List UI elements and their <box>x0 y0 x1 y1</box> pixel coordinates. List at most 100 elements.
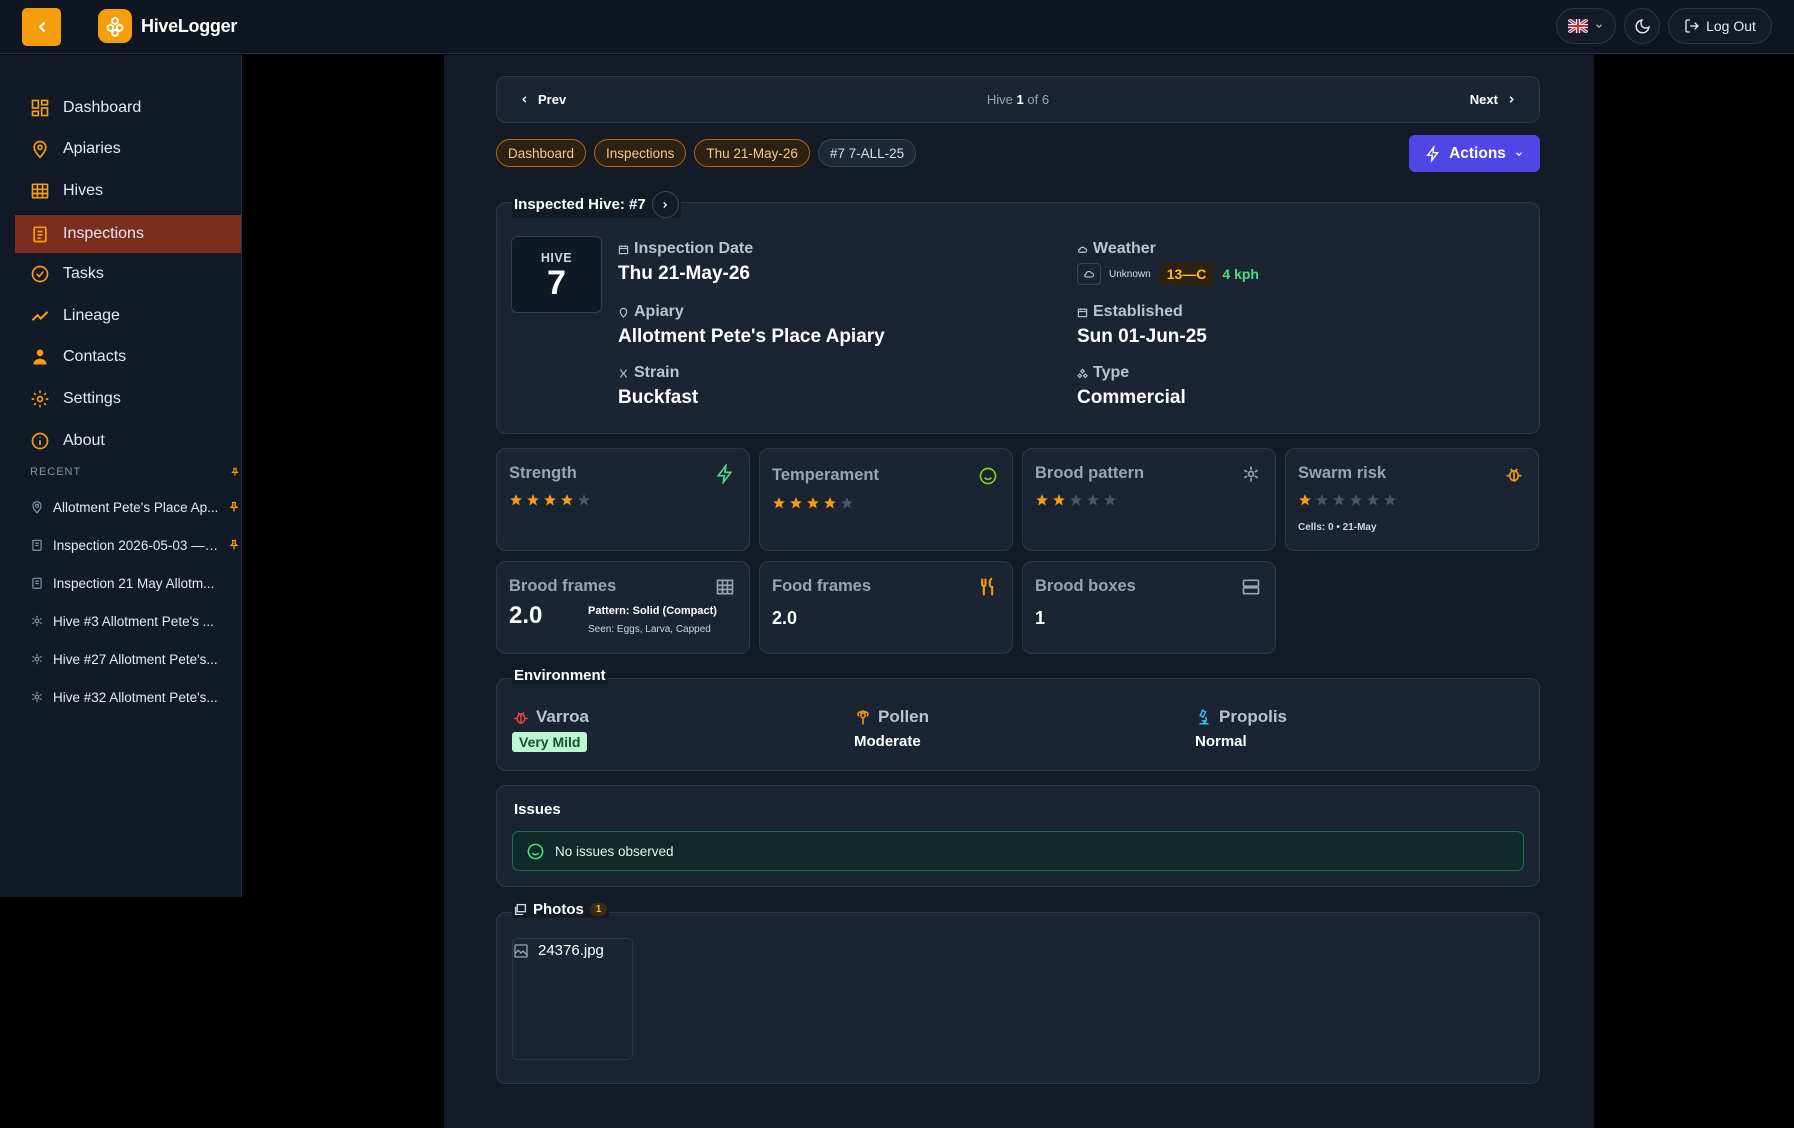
recent-item[interactable]: Hive #32 Allotment Pete's... <box>30 682 240 712</box>
breadcrumb-hive: #7 7-ALL-25 <box>817 139 917 167</box>
star-filled-icon <box>561 494 573 506</box>
check-circle-icon <box>31 265 49 283</box>
sidebar-item-label: About <box>63 432 105 449</box>
inspection-date-value: Thu 21-May-26 <box>618 263 750 284</box>
sidebar-item-contacts[interactable]: Contacts <box>15 338 241 376</box>
sidebar-item-inspections[interactable]: Inspections <box>15 215 241 253</box>
hive-icon <box>32 691 42 703</box>
star-filled-icon <box>1036 494 1048 506</box>
type-field: Type Commercial <box>1077 364 1186 408</box>
hive-logo-icon <box>98 9 132 43</box>
recent-item-label: Hive #27 Allotment Pete's... <box>53 651 218 667</box>
calendar-icon <box>1077 307 1088 317</box>
sidebar-item-label: Contacts <box>63 348 127 365</box>
star-filled-icon <box>510 494 522 506</box>
recent-heading: RECENT <box>30 466 240 478</box>
moon-icon <box>1635 18 1650 33</box>
recent-item[interactable]: Hive #27 Allotment Pete's... <box>30 644 240 674</box>
pollen-value: Moderate <box>854 733 921 750</box>
actions-button[interactable]: Actions <box>1409 135 1540 172</box>
sidebar-item-settings[interactable]: Settings <box>15 380 241 418</box>
inspected-hive-card: HIVE 7 Inspection Date Thu 21-May-26 Api… <box>496 202 1540 434</box>
star-rating <box>1035 493 1117 507</box>
star-filled-icon <box>544 494 556 506</box>
recent-item-label: Inspection 2026-05-03 — ... <box>53 537 219 553</box>
apiary-value[interactable]: Allotment Pete's Place Apiary <box>618 326 885 348</box>
recent-item-label: Hive #3 Allotment Pete's ... <box>53 613 214 629</box>
weather-condition: Unknown <box>1109 268 1151 280</box>
sidebar-item-about[interactable]: About <box>15 422 241 460</box>
brood-pattern-card: Brood pattern <box>1022 448 1276 551</box>
trend-icon <box>31 311 49 321</box>
pin-icon[interactable] <box>230 466 240 478</box>
chevron-left-icon <box>38 22 45 32</box>
logout-button[interactable]: Log Out <box>1668 8 1772 44</box>
photo-filename: 24376.jpg <box>538 942 604 959</box>
back-button[interactable] <box>22 8 61 46</box>
chevron-left-icon <box>522 96 527 103</box>
recent-item[interactable]: Inspection 21 May Allotm... <box>30 568 240 598</box>
photos-card: 24376.jpg <box>496 912 1540 1084</box>
star-rating <box>772 496 854 510</box>
prev-button[interactable]: Prev <box>519 92 566 107</box>
next-button[interactable]: Next <box>1470 92 1517 107</box>
uk-flag-icon <box>1568 19 1588 33</box>
open-hive-button[interactable] <box>651 191 679 218</box>
star-empty-icon <box>1104 494 1116 506</box>
star-filled-icon <box>527 494 539 506</box>
dna-icon <box>620 368 627 378</box>
hive-icon <box>32 615 42 627</box>
star-empty-icon <box>1384 494 1396 506</box>
chevron-right-icon <box>1509 96 1514 103</box>
language-selector[interactable] <box>1556 8 1616 44</box>
star-filled-icon <box>1053 494 1065 506</box>
breadcrumb-dashboard[interactable]: Dashboard <box>496 139 587 167</box>
temperature-badge: 13—C <box>1158 262 1215 286</box>
recent-item[interactable]: Allotment Pete's Place Ap... <box>30 492 240 522</box>
recent-item[interactable]: Inspection 2026-05-03 — ... <box>30 530 240 560</box>
star-empty-icon <box>1333 494 1345 506</box>
food-frames-card: Food frames 2.0 <box>759 561 1013 654</box>
propolis-value: Normal <box>1195 733 1247 750</box>
star-empty-icon <box>1367 494 1379 506</box>
sidebar-item-lineage[interactable]: Lineage <box>15 297 241 335</box>
brood-boxes-value: 1 <box>1035 608 1046 628</box>
brand[interactable]: HiveLogger <box>98 9 237 43</box>
sidebar-item-dashboard[interactable]: Dashboard <box>15 89 241 127</box>
brood-frames-card: Brood frames 2.0 Pattern: Solid (Compact… <box>496 561 750 654</box>
recent-item-label: Allotment Pete's Place Ap... <box>53 499 219 515</box>
clipboard-icon <box>32 577 42 589</box>
established-value: Sun 01-Jun-25 <box>1077 326 1207 347</box>
star-filled-icon <box>807 497 819 509</box>
photo-thumbnail[interactable]: 24376.jpg <box>512 938 633 1060</box>
propolis-field: Propolis Normal <box>1195 707 1288 750</box>
flower-icon <box>857 710 869 725</box>
info-icon <box>31 432 49 450</box>
user-icon <box>33 349 47 365</box>
breadcrumb-inspections[interactable]: Inspections <box>594 139 687 167</box>
sidebar-item-hives[interactable]: Hives <box>15 172 241 210</box>
sidebar-item-tasks[interactable]: Tasks <box>15 255 241 293</box>
sidebar-item-label: Hives <box>63 182 104 199</box>
breadcrumb-inspection-date[interactable]: Thu 21-May-26 <box>694 139 810 167</box>
main-content: Prev Hive 1 of 6 Next Dashboard Inspecti… <box>444 55 1594 1128</box>
food-frames-value: 2.0 <box>772 608 798 628</box>
type-value: Commercial <box>1077 387 1186 408</box>
breadcrumb: Dashboard Inspections Thu 21-May-26 #7 7… <box>496 139 917 167</box>
strain-field: Strain Buckfast <box>618 364 699 408</box>
honeycomb-icon <box>1243 466 1259 482</box>
star-empty-icon <box>1087 494 1099 506</box>
broken-image-icon <box>514 943 528 958</box>
map-pin-icon <box>619 307 628 318</box>
chevron-right-icon <box>663 201 668 208</box>
hive-label: HIVE <box>540 251 573 265</box>
theme-toggle-button[interactable] <box>1624 8 1660 44</box>
varroa-field: Varroa Very Mild <box>512 707 589 752</box>
recent-item[interactable]: Hive #3 Allotment Pete's ... <box>30 606 240 636</box>
sidebar-item-apiaries[interactable]: Apiaries <box>15 130 241 168</box>
inspected-hive-title: Inspected Hive: #7 <box>512 191 681 218</box>
bug-icon <box>514 711 528 724</box>
strain-value: Buckfast <box>618 387 699 408</box>
pin-icon[interactable] <box>228 501 240 513</box>
pin-icon[interactable] <box>228 539 240 551</box>
